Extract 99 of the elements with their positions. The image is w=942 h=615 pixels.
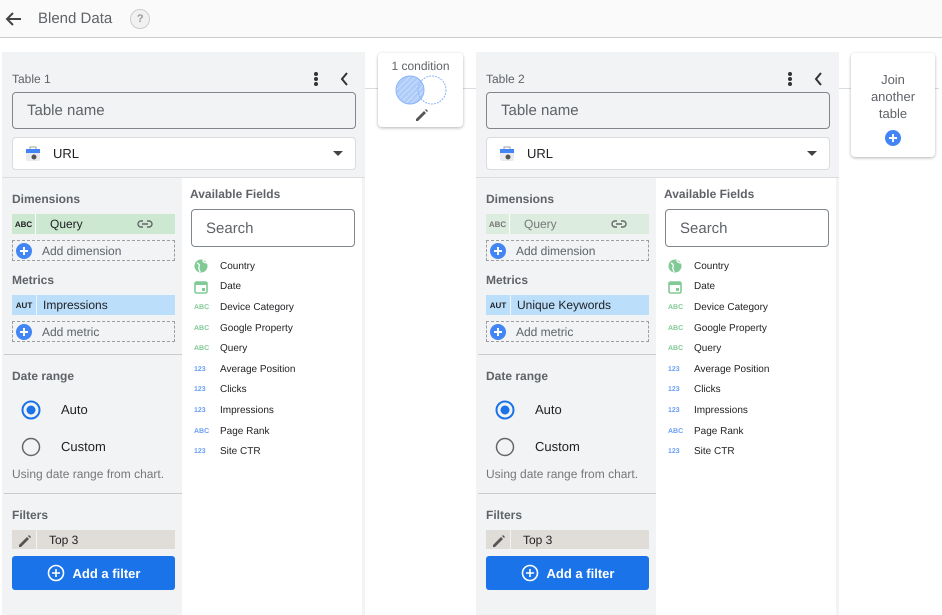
back-arrow-icon[interactable] — [4, 10, 22, 26]
pencil-icon — [17, 532, 31, 546]
table-name-field[interactable]: Table name — [12, 92, 356, 129]
dropdown-caret-icon — [333, 151, 343, 156]
radio-label: Auto — [61, 402, 88, 417]
data-source-dropdown[interactable]: URL — [486, 137, 830, 170]
field-item[interactable]: Date — [694, 281, 716, 292]
dimension-chip[interactable]: ABC Query — [12, 214, 175, 234]
section-label: Available Fields — [664, 187, 756, 201]
filter-chip[interactable]: Top 3 — [12, 530, 175, 549]
field-item[interactable]: Date — [220, 281, 242, 292]
field-item[interactable]: Device Category — [694, 302, 768, 313]
section-label: Date range — [12, 369, 76, 383]
section-label: Dimensions — [486, 192, 556, 206]
field-item[interactable]: Impressions — [220, 404, 274, 416]
field-item[interactable]: Clicks — [694, 384, 721, 396]
pencil-icon — [414, 107, 428, 121]
search-field[interactable]: Search — [665, 209, 829, 247]
field-item[interactable]: Site CTR — [694, 446, 735, 458]
search-field[interactable]: Search — [191, 209, 355, 247]
dropdown-caret-icon — [807, 151, 817, 156]
page-title: Blend Data — [38, 10, 112, 27]
radio-button[interactable] — [21, 436, 41, 456]
add-metric-button[interactable]: Add metric — [12, 321, 175, 342]
chip-label: Top 3 — [511, 530, 649, 549]
plus-icon — [16, 242, 32, 258]
add-filter-button[interactable]: Add a filter — [12, 556, 175, 590]
radio-label: Custom — [535, 439, 580, 454]
field-item[interactable]: Country — [220, 260, 256, 272]
section-label: Available Fields — [190, 187, 282, 201]
field-item[interactable]: Clicks — [220, 384, 247, 396]
plus-circle-icon — [46, 564, 65, 582]
field-item[interactable]: Page Rank — [220, 426, 270, 437]
plus-icon — [490, 324, 506, 340]
more-menu-icon[interactable] — [787, 71, 793, 87]
plus-circle-icon — [520, 564, 539, 582]
radio-button[interactable] — [495, 400, 515, 420]
globe-icon — [668, 259, 682, 274]
data-source-dropdown[interactable]: URL — [12, 137, 356, 170]
chip-label: Query — [523, 216, 558, 233]
field-item[interactable]: Average Position — [694, 364, 770, 375]
dimension-chip[interactable]: ABC Query — [486, 214, 649, 234]
add-metric-button[interactable]: Add metric — [486, 321, 649, 342]
field-item[interactable]: Google Property — [220, 322, 293, 334]
radio-button[interactable] — [495, 436, 515, 456]
metric-chip[interactable]: AUT Impressions — [12, 295, 175, 315]
table-title: Table 2 — [486, 72, 526, 86]
plus-icon — [16, 324, 32, 340]
join-table-button[interactable]: Join another table — [851, 53, 935, 157]
chip-label: Unique Keywords — [511, 295, 649, 315]
chip-label: Query — [49, 216, 84, 233]
plus-icon — [490, 242, 506, 258]
table-title: Table 1 — [12, 72, 52, 86]
type-label: ABC — [486, 214, 510, 234]
section-label: Metrics — [12, 273, 56, 287]
field-item[interactable]: Query — [220, 343, 248, 354]
collapse-chevron-icon[interactable] — [813, 71, 823, 87]
join-condition-card[interactable]: 1 condition — [378, 53, 463, 127]
calendar-icon — [668, 280, 682, 294]
chip-label: Impressions — [37, 295, 175, 315]
field-item[interactable]: Device Category — [220, 302, 294, 313]
radio-label: Custom — [61, 439, 106, 454]
more-menu-icon[interactable] — [313, 71, 319, 87]
table-name-field[interactable]: Table name — [486, 92, 830, 129]
filter-chip[interactable]: Top 3 — [486, 530, 649, 549]
field-item[interactable]: Country — [694, 260, 730, 272]
section-label: Filters — [486, 508, 524, 522]
toolbox-icon — [499, 145, 515, 162]
link-icon — [137, 219, 153, 229]
type-label: AUT — [486, 295, 510, 315]
calendar-icon — [194, 280, 208, 294]
plus-icon — [885, 130, 901, 146]
radio-button[interactable] — [21, 400, 41, 420]
section-label: Date range — [486, 369, 550, 383]
section-label: Filters — [12, 508, 50, 522]
type-label: AUT — [12, 295, 36, 315]
venn-diagram-icon — [394, 75, 448, 105]
field-item[interactable]: Site CTR — [220, 446, 261, 458]
hint-text: Using date range from chart. — [12, 467, 166, 481]
add-dimension-button[interactable]: Add dimension — [486, 240, 649, 261]
type-label: ABC — [12, 214, 36, 234]
globe-icon — [194, 259, 208, 274]
section-label: Dimensions — [12, 192, 82, 206]
add-filter-button[interactable]: Add a filter — [486, 556, 649, 590]
hint-text: Using date range from chart. — [486, 467, 640, 481]
section-label: Metrics — [486, 273, 530, 287]
collapse-chevron-icon[interactable] — [339, 71, 349, 87]
field-item[interactable]: Page Rank — [694, 426, 744, 437]
metric-chip[interactable]: AUT Unique Keywords — [486, 295, 649, 315]
add-dimension-button[interactable]: Add dimension — [12, 240, 175, 261]
field-item[interactable]: Average Position — [220, 364, 296, 375]
field-item[interactable]: Query — [694, 343, 722, 354]
radio-label: Auto — [535, 402, 562, 417]
pencil-icon — [491, 532, 505, 546]
field-item[interactable]: Impressions — [694, 404, 748, 416]
link-icon — [611, 219, 627, 229]
toolbox-icon — [25, 145, 41, 162]
chip-label: Top 3 — [37, 530, 175, 549]
field-item[interactable]: Google Property — [694, 322, 767, 334]
